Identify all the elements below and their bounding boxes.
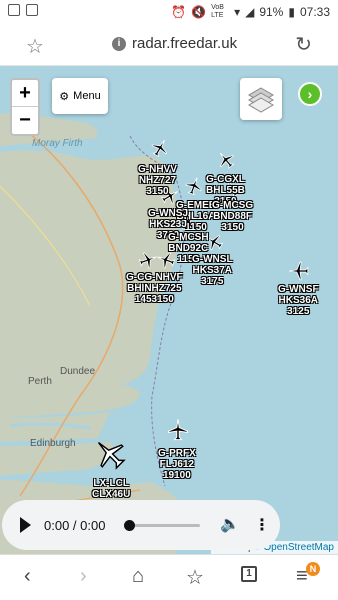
tabs-button[interactable]: 1 <box>241 566 257 582</box>
mute-icon: 🔇 <box>191 5 207 19</box>
aircraft-icon-g-cg-nhvf-a[interactable] <box>138 250 158 270</box>
signal-icon: ◢ <box>245 5 255 19</box>
back-icon[interactable]: ‹ <box>24 565 31 588</box>
play-icon[interactable] <box>20 517 31 533</box>
aircraft-icon-g-cgxl[interactable] <box>216 150 236 170</box>
clock: 07:33 <box>299 5 330 19</box>
app-notification-icon <box>26 4 38 16</box>
star-outline-icon[interactable]: ☆ <box>26 34 44 59</box>
layers-button[interactable] <box>240 78 282 120</box>
audio-progress-track[interactable] <box>128 524 200 527</box>
info-icon[interactable]: i <box>112 37 126 51</box>
zoom-out-button[interactable]: − <box>12 107 38 134</box>
battery-percent: 91% <box>259 5 284 19</box>
aircraft-label-g-wnsf: G-WNSF HKS36A 3125 <box>278 284 319 317</box>
battery-icon: ▮ <box>288 5 295 19</box>
status-bar: ⏰ 🔇 VoB LTE ▾ ◢ 91% ▮ 07:33 <box>0 0 338 24</box>
browser-bottom-nav: ‹ › ⌂ ☆ ≡ <box>0 554 338 600</box>
aircraft-label-lx-lcl: LX-LCL CLX46U <box>92 478 131 500</box>
gear-icon: ⚙ <box>59 90 70 103</box>
aircraft-icon-g-nhvv[interactable] <box>150 138 170 158</box>
bookmarks-icon[interactable]: ☆ <box>186 565 204 590</box>
map-label-moray-firth: Moray Firth <box>32 138 83 149</box>
alarm-icon: ⏰ <box>171 5 187 19</box>
aircraft-label-g-mcsg: G-MCSG BND88F 3150 <box>212 200 254 233</box>
aircraft-label-g-cg-nhvf: G-CG-NHVF BHINHZ725 1453150 <box>126 272 183 305</box>
network-label: VoB LTE <box>211 4 224 19</box>
audio-player: 0:00 / 0:00 🔈 ⋮ <box>2 500 280 550</box>
gallery-notification-icon <box>8 4 20 16</box>
address-bar: ☆ i radar.freedar.uk ↻ <box>0 24 338 66</box>
wifi-icon: ▾ <box>234 5 241 19</box>
aircraft-icon-g-wnsf[interactable] <box>288 260 310 282</box>
aircraft-label-g-wnsl: G-WNSL HKS37A 3175 <box>192 254 233 287</box>
menu-button[interactable]: ⚙ Menu <box>52 78 108 114</box>
chevron-right-icon[interactable]: › <box>298 82 322 106</box>
more-options-icon[interactable]: ⋮ <box>254 515 270 535</box>
forward-icon[interactable]: › <box>80 565 87 588</box>
layers-icon <box>248 87 274 113</box>
audio-progress-knob[interactable] <box>124 520 135 531</box>
url-text[interactable]: radar.freedar.uk <box>132 35 237 52</box>
aircraft-label-g-nhvv: G-NHVV NHZ727 3150 <box>138 164 177 197</box>
notification-badge: N <box>306 562 320 576</box>
volume-icon[interactable]: 🔈 <box>220 514 240 534</box>
aircraft-icon-lx-lcl[interactable] <box>92 436 128 472</box>
map-label-edinburgh: Edinburgh <box>30 438 76 449</box>
reload-icon[interactable]: ↻ <box>295 32 312 57</box>
map-label-perth: Perth <box>28 376 52 387</box>
aircraft-icon-g-prfx[interactable] <box>166 418 190 442</box>
home-icon[interactable]: ⌂ <box>132 565 144 588</box>
map-label-dundee: Dundee <box>60 366 96 377</box>
aircraft-icon-g-emeb[interactable] <box>184 176 204 196</box>
aircraft-label-g-prfx: G-PRFX FLJ612 19100 <box>158 448 196 481</box>
openstreetmap-link[interactable]: OpenStreetMap <box>263 542 334 553</box>
menu-label: Menu <box>73 90 101 102</box>
zoom-in-button[interactable]: + <box>12 80 38 107</box>
map-view[interactable]: Moray Firth Perth Dundee Edinburgh + − ⚙… <box>0 66 338 554</box>
audio-time: 0:00 / 0:00 <box>44 518 106 533</box>
zoom-control: + − <box>10 78 40 136</box>
